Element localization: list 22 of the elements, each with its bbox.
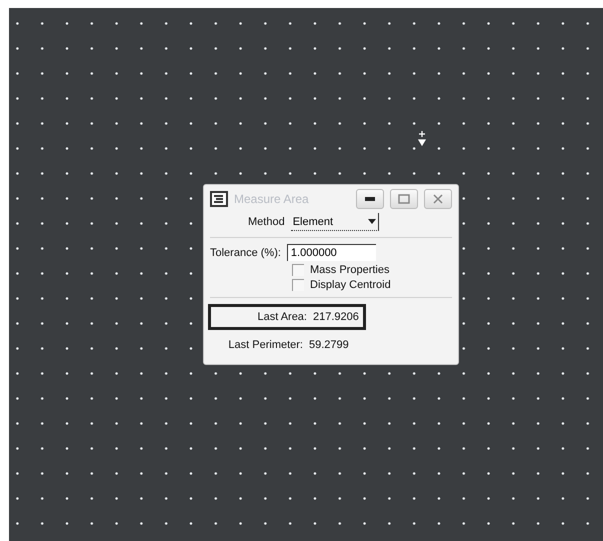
checkbox-label: Mass Properties bbox=[310, 264, 390, 276]
minimize-button[interactable] bbox=[356, 189, 384, 209]
method-label: Method bbox=[248, 216, 285, 228]
caret-icon bbox=[368, 219, 376, 224]
result-label: Last Area: bbox=[256, 311, 307, 323]
maximize-icon bbox=[398, 194, 410, 204]
checkbox[interactable] bbox=[292, 264, 304, 276]
result-label: Last Perimeter: bbox=[227, 339, 303, 351]
result-value: 59.2799 bbox=[309, 339, 349, 351]
window-title: Measure Area bbox=[234, 192, 310, 206]
close-icon bbox=[432, 194, 444, 204]
maximize-button[interactable] bbox=[390, 189, 418, 209]
checkbox[interactable] bbox=[292, 279, 304, 291]
tolerance-field[interactable]: 1.000000 bbox=[286, 244, 376, 261]
cursor-icon bbox=[415, 131, 429, 147]
minimize-icon bbox=[364, 195, 376, 203]
tolerance-label: Tolerance (%): bbox=[210, 246, 281, 258]
result-value: 217.9206 bbox=[313, 311, 359, 323]
method-dropdown[interactable]: Element bbox=[290, 213, 379, 231]
close-button[interactable] bbox=[424, 189, 452, 209]
checkbox-label: Display Centroid bbox=[310, 279, 391, 291]
app-icon bbox=[210, 191, 228, 207]
